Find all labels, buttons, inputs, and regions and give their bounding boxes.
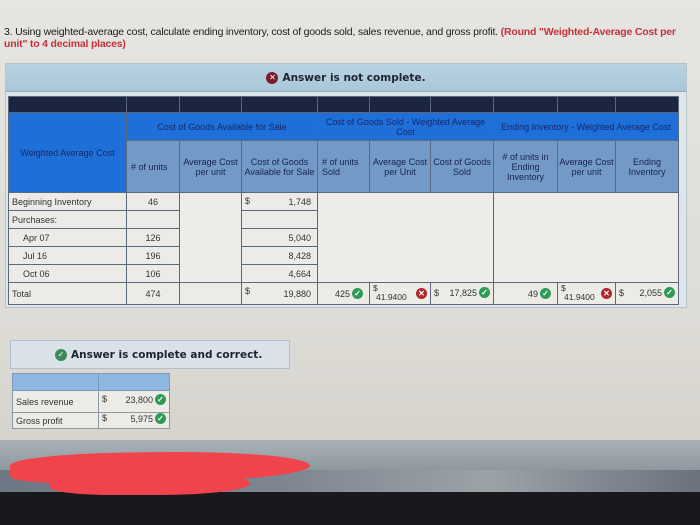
status-banner-incomplete: ✕ Answer is not complete. (6, 64, 686, 92)
end-inv-input[interactable]: $2,055 ✓ (615, 282, 679, 305)
check-icon: ✓ (664, 287, 675, 298)
check-icon: ✓ (155, 394, 166, 405)
col-end-units: # of units in Ending Inventory (493, 140, 558, 193)
row-header-weighted-average-cost: Weighted Average Cost (8, 112, 127, 193)
check-icon: ✓ (352, 288, 363, 299)
units-cell: 126 (126, 228, 180, 247)
weighted-average-table: Weighted Average Cost Cost of Goods Avai… (8, 96, 679, 305)
group-ending-inventory: Ending Inventory - Weighted Average Cost (493, 112, 679, 141)
header-row (12, 373, 170, 391)
weighted-average-panel: ✕ Answer is not complete. Weighted Avera… (5, 63, 687, 308)
currency-symbol: $ (245, 196, 251, 206)
cogs-blank-area (317, 192, 494, 283)
row-label: Oct 06 (8, 264, 127, 283)
status-text: Answer is not complete. (282, 71, 426, 84)
x-icon: ✕ (601, 288, 612, 299)
question-body: 3. Using weighted-average cost, calculat… (4, 26, 498, 38)
cost-cell (241, 210, 318, 229)
currency-symbol: $ (245, 286, 251, 296)
status-text: Answer is complete and correct. (71, 348, 263, 361)
avg-cost-blank (179, 192, 242, 283)
gross-profit-input[interactable]: $5,975 ✓ (98, 412, 170, 429)
sold-units-input[interactable]: 425 ✓ (317, 282, 370, 305)
row-label: Purchases: (8, 210, 127, 229)
sold-cost-input[interactable]: $17,825 ✓ (430, 282, 494, 305)
currency-symbol: $ (102, 413, 108, 423)
sales-revenue-input[interactable]: $23,800 ✓ (98, 390, 170, 413)
units-cell: 106 (126, 264, 180, 283)
redaction-mark (50, 470, 250, 495)
col-avail-cost: Cost of Goods Available for Sale (241, 140, 318, 193)
sold-avg-input[interactable]: $41.9400 ✕ (369, 282, 431, 305)
group-cost-available: Cost of Goods Available for Sale (126, 112, 318, 141)
col-avail-units: # of units (126, 140, 180, 193)
total-units: 474 (126, 282, 180, 305)
currency-symbol: $ (619, 288, 625, 298)
gross-profit-value: 5,975 (130, 413, 153, 424)
end-avg-input[interactable]: $41.9400 ✕ (557, 282, 616, 305)
row-label: Sales revenue (12, 390, 99, 413)
table-row: Gross profit $5,975 ✓ (12, 412, 170, 429)
table-row: Beginning Inventory 46 $1,748 (8, 192, 679, 283)
units-cell (126, 210, 180, 229)
header-dark-row (8, 96, 679, 113)
group-cogs: Cost of Goods Sold - Weighted Average Co… (317, 112, 494, 141)
col-end-inv: Ending Inventory (615, 140, 679, 193)
col-sold-avg: Average Cost per Unit (369, 140, 431, 193)
cost-cell: 4,664 (241, 264, 318, 283)
end-units-value: 49 (527, 288, 538, 299)
col-end-avg: Average Cost per unit (557, 140, 616, 193)
group-header-row: Weighted Average Cost Cost of Goods Avai… (8, 112, 679, 193)
sold-units-value: 425 (334, 288, 350, 299)
total-cost-cell: $19,880 (241, 282, 318, 305)
check-icon: ✓ (540, 288, 551, 299)
total-row: Total 474 $19,880 425 ✓ $41.9400 ✕ $17,825… (8, 282, 679, 305)
cost-cell: $1,748 (241, 192, 318, 211)
monitor-frame (0, 492, 700, 525)
units-cell: 46 (126, 192, 180, 211)
currency-symbol: $ (434, 288, 440, 298)
end-avg-value: 41.9400 (564, 292, 595, 302)
x-icon: ✕ (416, 288, 427, 299)
col-sold-units: # of units Sold (317, 140, 370, 193)
end-units-input[interactable]: 49 ✓ (493, 282, 558, 305)
cost-value: 1,748 (288, 196, 311, 207)
currency-symbol: $ (102, 394, 108, 404)
question-text: 3. Using weighted-average cost, calculat… (4, 26, 694, 50)
x-icon: ✕ (266, 71, 279, 84)
sold-avg-value: 41.9400 (376, 292, 407, 302)
units-cell: 196 (126, 246, 180, 265)
status-banner-complete: ✓ Answer is complete and correct. (10, 340, 290, 369)
row-label: Gross profit (12, 412, 99, 429)
total-avg-blank (179, 282, 242, 305)
col-avail-avg: Average Cost per unit (179, 140, 242, 193)
ending-blank-area (493, 192, 679, 283)
sold-cost-value: 17,825 (449, 287, 477, 298)
check-icon: ✓ (479, 287, 490, 298)
check-icon: ✓ (155, 413, 166, 424)
sales-revenue-value: 23,800 (125, 394, 153, 405)
row-label: Total (8, 282, 127, 305)
end-inv-value: 2,055 (639, 287, 662, 298)
cost-cell: 8,428 (241, 246, 318, 265)
table-row: Sales revenue $23,800 ✓ (12, 390, 170, 413)
check-icon: ✓ (55, 348, 67, 361)
cost-cell: 5,040 (241, 228, 318, 247)
row-label: Apr 07 (8, 228, 127, 247)
sales-profit-table: Sales revenue $23,800 ✓ Gross profit $5,9… (12, 373, 170, 429)
col-sold-cost: Cost of Goods Sold (430, 140, 494, 193)
row-label: Beginning Inventory (8, 192, 127, 211)
total-cost-value: 19,880 (283, 288, 311, 299)
row-label: Jul 16 (8, 246, 127, 265)
